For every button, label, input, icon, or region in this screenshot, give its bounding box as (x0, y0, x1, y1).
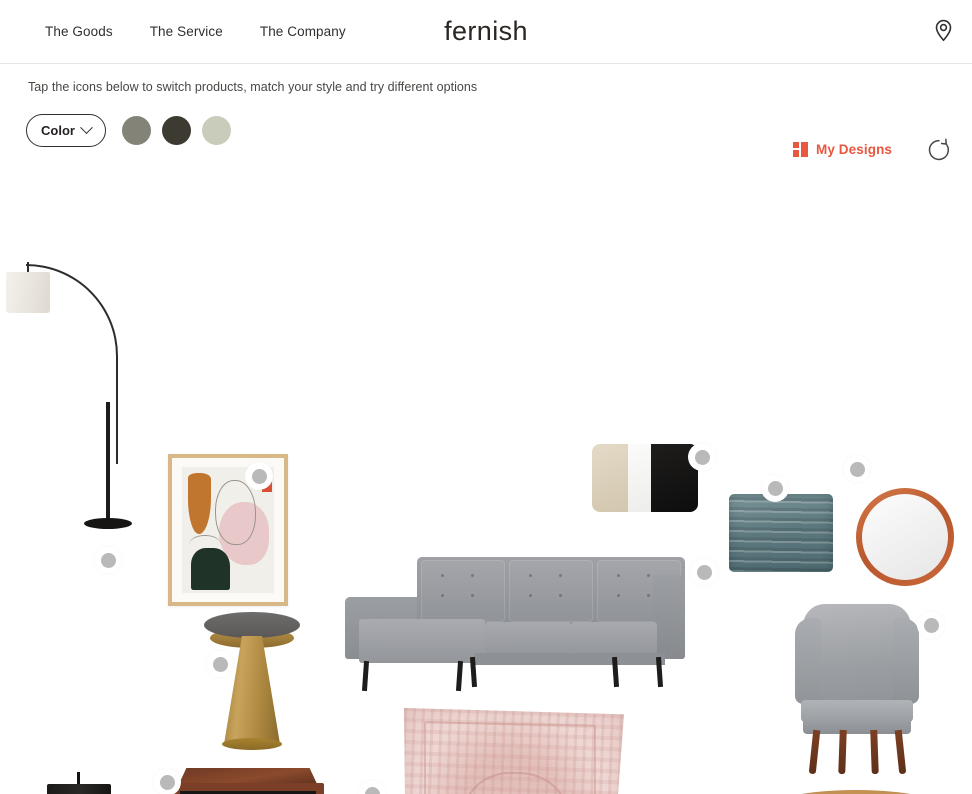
product-brass-side-table[interactable] (204, 612, 300, 752)
art-shape-squiggle (189, 535, 221, 555)
product-gray-wingback-chair[interactable] (795, 604, 919, 776)
product-gray-sectional-sofa[interactable] (345, 557, 685, 705)
product-two-drawer-nightstand[interactable] (172, 768, 324, 794)
coffee-table-upper-tier (752, 790, 960, 794)
table-lamp-shade (47, 784, 111, 794)
sofa-seat-cushion (571, 622, 657, 655)
chair-leg (894, 729, 907, 775)
swatch-olive-gray[interactable] (121, 116, 151, 145)
color-swatch-list (121, 116, 231, 145)
nav-the-goods[interactable]: The Goods (45, 24, 113, 39)
floor-lamp-pole (106, 402, 110, 522)
chair-leg (838, 729, 847, 775)
hotspot-colorblock-pillow[interactable] (688, 443, 716, 471)
customizer-toolbar: Color My Designs Reset (0, 100, 972, 184)
color-filter-label: Color (41, 123, 75, 138)
side-table-top (204, 612, 300, 638)
product-round-wood-coffee-table[interactable] (752, 790, 960, 794)
floor-lamp-base (84, 518, 132, 529)
chair-leg (870, 729, 879, 775)
my-designs-label: My Designs (816, 142, 893, 157)
pillow-panel-white (628, 444, 653, 512)
chair-wing-right (893, 618, 919, 704)
grid-icon (793, 142, 808, 157)
nav-the-company[interactable]: The Company (260, 24, 346, 39)
sofa-back-cushion (509, 560, 593, 622)
sofa-leg (361, 660, 370, 692)
product-blush-area-rug[interactable] (404, 708, 624, 794)
chair-wing-left (795, 618, 821, 704)
floor-lamp-shade (6, 272, 50, 313)
nightstand-body (172, 783, 324, 794)
product-black-marble-table-lamp[interactable] (44, 772, 114, 794)
chair-leg (808, 729, 821, 775)
my-designs-button[interactable]: My Designs (793, 142, 892, 157)
hotspot-nightstand[interactable] (153, 768, 181, 794)
sofa-leg (455, 660, 464, 692)
hotspot-mirror[interactable] (843, 455, 871, 483)
filter-controls: Color (26, 114, 231, 147)
mirror-glass (862, 494, 948, 580)
nav-the-service[interactable]: The Service (150, 24, 223, 39)
hotspot-rug[interactable] (358, 780, 386, 794)
hotspot-framed-art[interactable] (245, 462, 273, 490)
sofa-back-cushion (421, 560, 505, 622)
instruction-text: Tap the icons below to switch products, … (28, 80, 478, 94)
chevron-down-icon (80, 121, 93, 135)
side-table-foot (222, 738, 282, 750)
location-pin-button[interactable] (928, 17, 958, 47)
sofa-seat-cushion (485, 622, 571, 655)
site-header: The Goods The Service The Company fernis… (0, 0, 972, 64)
teal-pillow-body (729, 494, 833, 572)
pillow-panel-beige (592, 444, 631, 512)
art-shape-rust (187, 473, 212, 534)
side-table-base (224, 636, 280, 744)
location-pin-icon (934, 19, 953, 45)
sofa-chaise-seat (359, 619, 485, 663)
swatch-sage[interactable] (201, 116, 231, 145)
product-teal-textured-pillow[interactable] (729, 494, 833, 572)
refresh-icon (925, 136, 953, 164)
main-navigation: The Goods The Service The Company (45, 24, 346, 39)
product-arc-floor-lamp[interactable] (0, 262, 140, 532)
hotspot-wingback-chair[interactable] (917, 611, 945, 639)
hotspot-side-table[interactable] (206, 650, 234, 678)
design-canvas (0, 172, 972, 794)
color-filter-dropdown[interactable]: Color (26, 114, 106, 147)
product-round-copper-mirror[interactable] (856, 488, 954, 586)
art-shape-outline (215, 479, 256, 546)
sofa-base (475, 653, 665, 665)
sofa-arm-right (653, 575, 685, 659)
product-colorblock-lumbar-pillow[interactable] (592, 444, 698, 512)
hotspot-floor-lamp[interactable] (94, 546, 122, 574)
mirror-frame (856, 488, 954, 586)
hotspot-sofa[interactable] (690, 558, 718, 586)
hotspot-teal-pillow[interactable] (761, 474, 789, 502)
swatch-charcoal[interactable] (161, 116, 191, 145)
